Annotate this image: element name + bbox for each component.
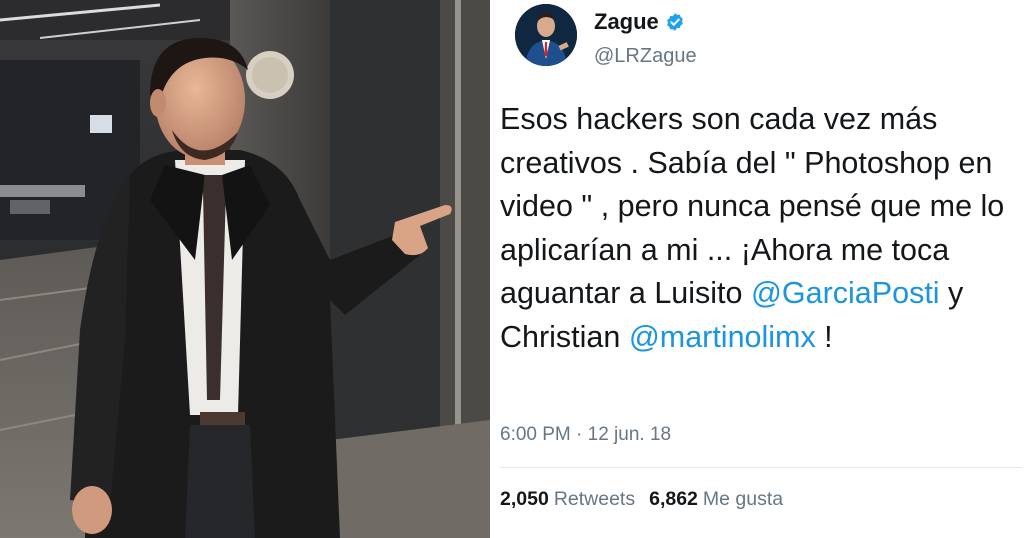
tweet-card: Zague @LRZague Esos hackers son cada vez… — [496, 0, 1024, 538]
display-name-text: Zague — [594, 9, 659, 34]
photo-man-pointing — [0, 0, 490, 538]
photo-illustration — [0, 0, 490, 538]
tweet-text: Esos hackers son cada vez más creativos … — [500, 98, 1020, 359]
retweets-count[interactable]: 2,050 — [500, 488, 549, 511]
avatar[interactable] — [515, 4, 577, 66]
tweet-stats: 2,050 Retweets 6,862 Me gusta — [500, 488, 797, 511]
likes-label[interactable]: Me gusta — [703, 488, 783, 511]
verified-badge-icon — [665, 12, 685, 32]
mention-link-martinolimx[interactable]: @martinolimx — [629, 320, 816, 354]
avatar-image — [515, 4, 577, 66]
display-name[interactable]: Zague — [594, 9, 685, 35]
mention-link-garciaposti[interactable]: @GarciaPosti — [751, 276, 940, 310]
tweet-timestamp[interactable]: 6:00 PM · 12 jun. 18 — [500, 424, 671, 446]
tweet-text-part3: ! — [815, 319, 833, 354]
stats-divider — [500, 467, 1022, 468]
likes-count[interactable]: 6,862 — [649, 488, 698, 511]
retweets-label[interactable]: Retweets — [554, 488, 635, 511]
user-handle[interactable]: @LRZague — [594, 45, 697, 68]
